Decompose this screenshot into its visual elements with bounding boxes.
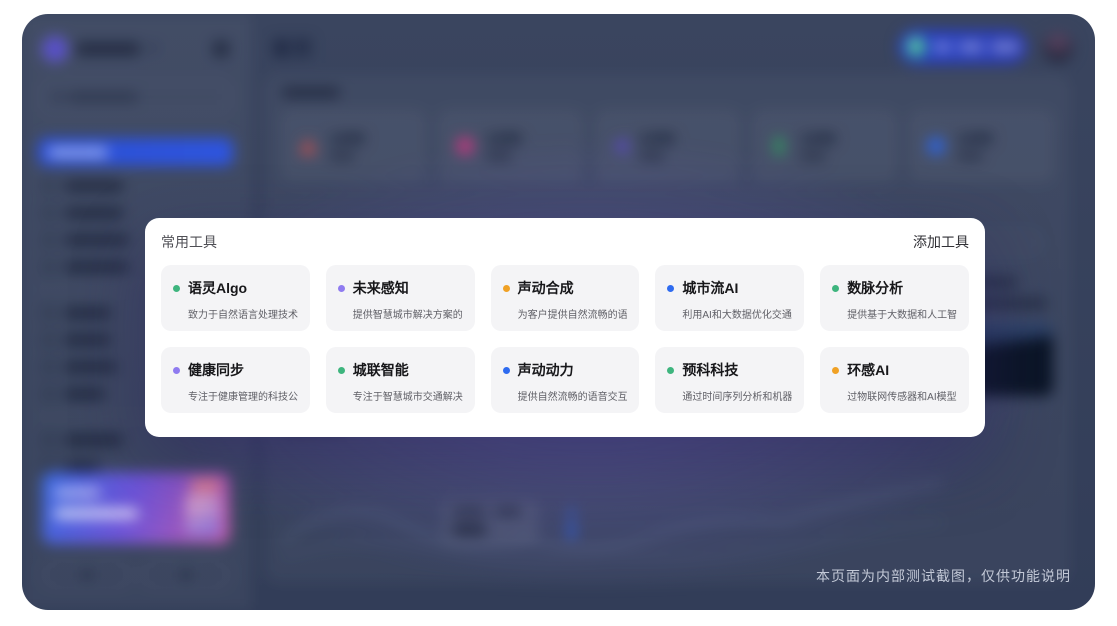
stat-value: 1289 [639, 132, 675, 148]
tool-description: 提供基于大数据和人工智能... [847, 306, 957, 321]
stat-icon [927, 137, 945, 155]
tool-description: 通过时间序列分析和机器学... [682, 388, 792, 403]
tool-status-dot-icon [503, 285, 510, 292]
stat-card: 1289 [753, 111, 896, 181]
tool-name: 未来感知 [353, 278, 409, 298]
status-orb-icon [907, 37, 926, 57]
tool-description: 提供自然流畅的语音交互解... [518, 388, 628, 403]
sidebar-item[interactable] [42, 172, 229, 199]
sidebar-item-active[interactable] [38, 138, 233, 166]
tool-card[interactable]: 声动动力 提供自然流畅的语音交互解... [491, 347, 640, 413]
tool-card[interactable]: 语灵Algo 致力于自然语言处理技术的... [161, 265, 310, 331]
stat-icon [613, 137, 627, 155]
stat-label-placeholder [639, 153, 665, 160]
tool-description: 专注于智慧城市交通解决方... [353, 388, 463, 403]
stat-label-placeholder [486, 153, 512, 160]
workspace-name-placeholder [76, 43, 140, 55]
tool-name: 预科科技 [682, 360, 738, 380]
stat-label-placeholder [800, 153, 826, 160]
tool-name: 数脉分析 [847, 278, 903, 298]
sidebar-bottom-button-1[interactable] [42, 562, 131, 588]
chart-tooltip [442, 500, 538, 544]
chevron-down-icon[interactable] [148, 46, 158, 52]
stat-value: 1289 [329, 132, 365, 148]
tool-name: 声动合成 [518, 278, 574, 298]
sidebar-search-input[interactable] [42, 82, 229, 112]
promo-image [186, 494, 220, 536]
tool-status-dot-icon [667, 367, 674, 374]
stat-label-placeholder [329, 153, 355, 160]
stat-card: 1289 [282, 111, 425, 181]
tool-grid: 语灵Algo 致力于自然语言处理技术的... 未来感知 提供智慧城市解决方案的创… [161, 265, 969, 413]
tool-card[interactable]: 声动合成 为客户提供自然流畅的语音... [491, 265, 640, 331]
tool-name: 环感AI [847, 360, 889, 380]
tool-status-dot-icon [832, 285, 839, 292]
tool-card[interactable]: 城市流AI 利用AI和大数据优化交通流... [655, 265, 804, 331]
tool-description: 专注于健康管理的科技公司... [188, 388, 298, 403]
tool-description: 利用AI和大数据优化交通流... [682, 306, 792, 321]
tool-card[interactable]: 健康同步 专注于健康管理的科技公司... [161, 347, 310, 413]
tool-card[interactable]: 未来感知 提供智慧城市解决方案的创... [326, 265, 475, 331]
tool-status-dot-icon [667, 285, 674, 292]
stat-value: 1289 [800, 132, 836, 148]
stat-card: 1289 [439, 111, 582, 181]
trend-chart-section [282, 422, 921, 572]
tool-name: 城联智能 [353, 360, 409, 380]
stat-card: 1289 [910, 111, 1053, 181]
stats-section-label-placeholder [282, 88, 340, 97]
tool-description: 过物联网传感器和AI模型实... [847, 388, 957, 403]
modal-title: 常用工具 [161, 232, 217, 252]
tool-name: 健康同步 [188, 360, 244, 380]
stat-label-placeholder [957, 153, 983, 160]
tool-status-dot-icon [338, 285, 345, 292]
sidebar-bottom-button-2[interactable] [141, 562, 230, 588]
line-chart [282, 462, 942, 572]
tool-name: 声动动力 [518, 360, 574, 380]
stat-icon [456, 137, 474, 155]
tool-status-dot-icon [832, 367, 839, 374]
tool-status-dot-icon [173, 367, 180, 374]
sidebar-promo-card[interactable] [42, 472, 230, 544]
add-tool-button[interactable]: 添加工具 [913, 232, 969, 252]
stat-value: 1289 [486, 132, 522, 148]
sidebar-collapse-icon[interactable] [213, 41, 229, 57]
app-logo [42, 36, 68, 62]
tool-card[interactable]: 环感AI 过物联网传感器和AI模型实... [820, 347, 969, 413]
tool-card[interactable]: 数脉分析 提供基于大数据和人工智能... [820, 265, 969, 331]
watermark-note: 本页面为内部测试截图，仅供功能说明 [816, 566, 1071, 586]
tool-card[interactable]: 预科科技 通过时间序列分析和机器学... [655, 347, 804, 413]
common-tools-modal: 常用工具 添加工具 语灵Algo 致力于自然语言处理技术的... 未来感知 提供… [145, 218, 985, 437]
page-title: 首页 [272, 34, 314, 61]
stat-card: 1289 [596, 111, 739, 181]
tool-status-dot-icon [503, 367, 510, 374]
chart-marker [570, 506, 573, 532]
tool-description: 致力于自然语言处理技术的... [188, 306, 298, 321]
tool-status-dot-icon [338, 367, 345, 374]
tool-status-dot-icon [173, 285, 180, 292]
tool-card[interactable]: 城联智能 专注于智慧城市交通解决方... [326, 347, 475, 413]
stat-icon [299, 138, 317, 154]
tool-description: 为客户提供自然流畅的语音... [518, 306, 628, 321]
search-icon [52, 92, 62, 102]
tool-name: 城市流AI [682, 278, 738, 298]
tool-description: 提供智慧城市解决方案的创... [353, 306, 463, 321]
primary-action-button[interactable] [899, 30, 1027, 64]
avatar[interactable] [1043, 32, 1073, 62]
stat-icon [775, 137, 783, 155]
stat-value: 1289 [957, 132, 993, 148]
promo-badge [190, 480, 220, 490]
tool-name: 语灵Algo [188, 278, 247, 298]
stats-row: 1289 1289 1289 1289 1289 [282, 111, 1053, 181]
